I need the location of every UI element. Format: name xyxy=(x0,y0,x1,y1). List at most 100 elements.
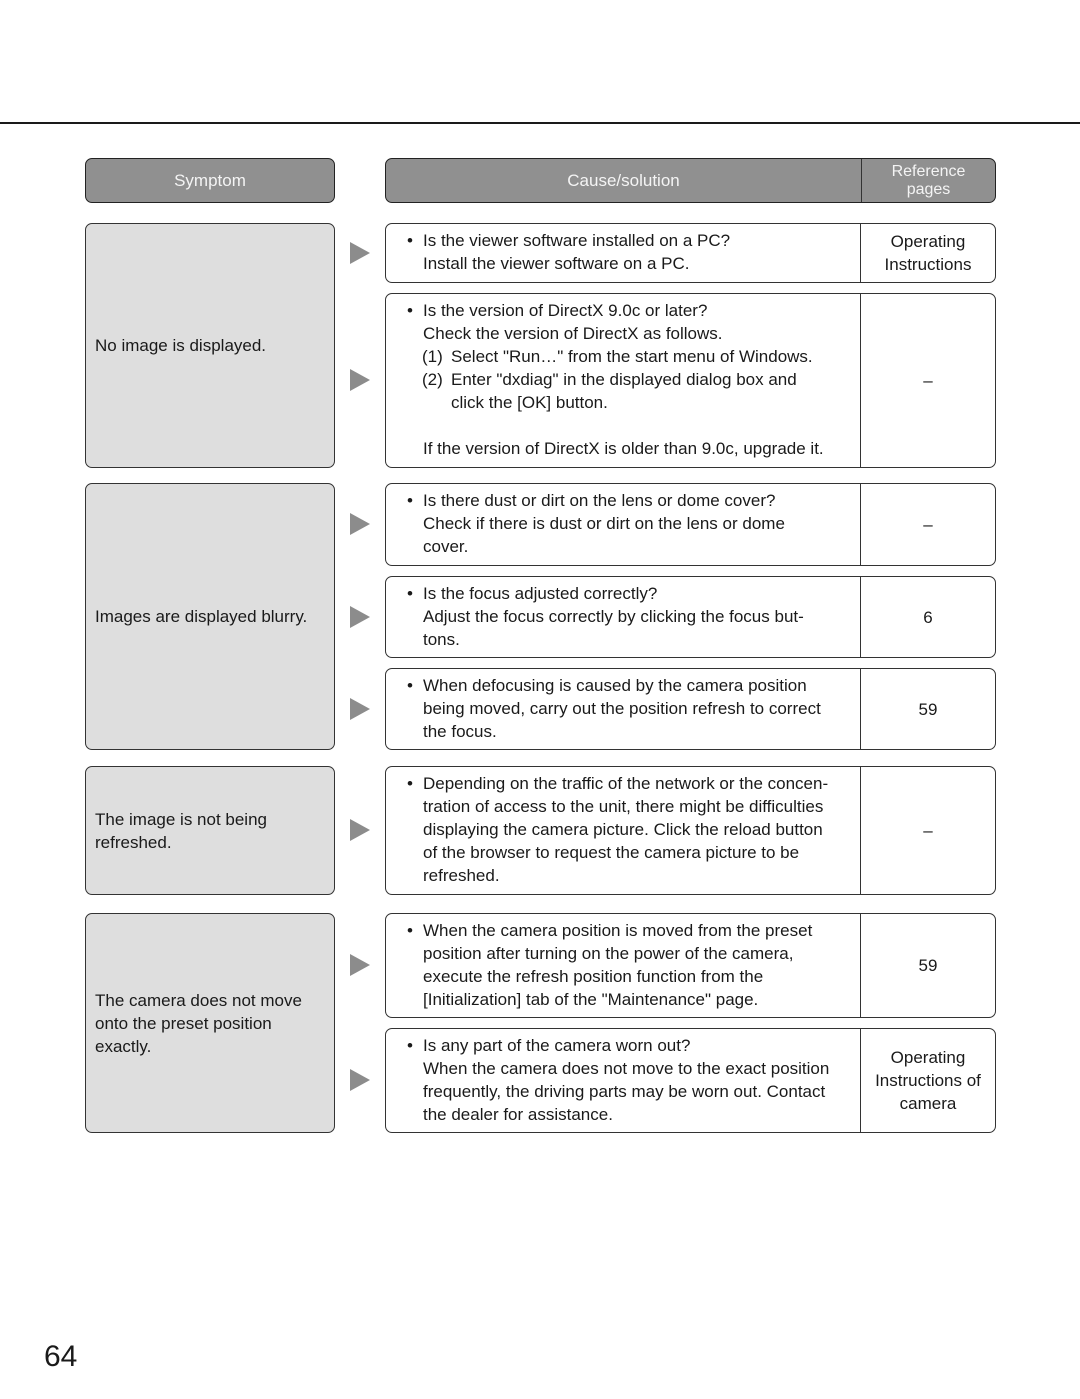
reference-cell: 59 xyxy=(861,669,995,749)
arrow-right-icon xyxy=(350,369,370,391)
cause-line: Adjust the focus correctly by clicking t… xyxy=(423,607,804,626)
step-line: Enter "dxdiag" in the displayed dialog b… xyxy=(451,370,797,389)
cause-line: position after turning on the power of t… xyxy=(423,944,794,963)
arrow-right-icon xyxy=(350,513,370,535)
reference-line: Instructions xyxy=(884,255,972,274)
reference-line: – xyxy=(923,371,933,390)
cause-line: Is any part of the camera worn out? xyxy=(423,1036,691,1055)
arrow-right-icon xyxy=(350,242,370,264)
reference-cell: Operating Instructions xyxy=(861,224,995,282)
symptom-box: The camera does not move onto the preset… xyxy=(85,913,335,1133)
symptom-line: refreshed. xyxy=(95,832,172,852)
bullet: • xyxy=(407,921,413,940)
cause-line: When defocusing is caused by the camera … xyxy=(423,676,807,695)
cause-box: • Is the viewer software installed on a … xyxy=(385,223,996,283)
cause-line: of the browser to request the camera pic… xyxy=(423,843,800,862)
step-line: Select "Run…" from the start menu of Win… xyxy=(451,347,813,366)
cause-step: (1) Select "Run…" from the start menu of… xyxy=(408,345,854,368)
cause-line: displaying the camera picture. Click the… xyxy=(423,820,823,839)
cause-text: • Is the focus adjusted correctly? Adjus… xyxy=(386,577,861,657)
cause-box: • Depending on the traffic of the networ… xyxy=(385,766,996,895)
cause-header-label: Cause/solution xyxy=(567,170,680,190)
cause-text: • When defocusing is caused by the camer… xyxy=(386,669,861,749)
cause-line: the dealer for assistance. xyxy=(423,1105,613,1124)
symptom-line: The image is not being xyxy=(95,809,267,829)
bullet: • xyxy=(407,231,413,250)
arrow-right-icon xyxy=(350,606,370,628)
arrow-right-icon xyxy=(350,698,370,720)
step-number: (2) xyxy=(422,370,443,389)
cause-box: • When the camera position is moved from… xyxy=(385,913,996,1018)
bullet: • xyxy=(407,584,413,603)
reference-header-cell: Reference pages xyxy=(862,159,995,202)
cause-line: tration of access to the unit, there mig… xyxy=(423,797,824,816)
cause-line: Is the focus adjusted correctly? xyxy=(423,584,658,603)
symptom-text: No image is displayed. xyxy=(95,334,266,357)
reference-line: Instructions of xyxy=(875,1071,981,1090)
reference-header-label-line2: pages xyxy=(906,180,951,198)
symptom-header-label: Symptom xyxy=(174,170,246,190)
symptom-text: The camera does not move onto the preset… xyxy=(95,989,302,1058)
page-number: 64 xyxy=(44,1340,78,1373)
cause-text: • Depending on the traffic of the networ… xyxy=(386,767,861,894)
bullet: • xyxy=(407,1036,413,1055)
cause-line: refreshed. xyxy=(423,866,500,885)
symptom-line: onto the preset position xyxy=(95,1013,272,1033)
cause-line: Is there dust or dirt on the lens or dom… xyxy=(423,491,776,510)
symptom-text: Images are displayed blurry. xyxy=(95,605,307,628)
symptom-line: Images are displayed blurry. xyxy=(95,607,308,626)
step-line: click the [OK] button. xyxy=(451,393,608,412)
cause-text: • Is there dust or dirt on the lens or d… xyxy=(386,484,861,565)
cause-line: Depending on the traffic of the network … xyxy=(423,774,829,793)
cause-box: • Is there dust or dirt on the lens or d… xyxy=(385,483,996,566)
reference-line: 59 xyxy=(918,956,938,975)
symptom-line: No image is displayed. xyxy=(95,336,267,355)
cause-line: Is the version of DirectX 9.0c or later? xyxy=(423,301,708,320)
reference-cell: – xyxy=(861,767,995,894)
reference-cell: Operating Instructions of camera xyxy=(861,1029,995,1132)
cause-line: cover. xyxy=(423,537,469,556)
cause-column-header: Cause/solution Reference pages xyxy=(385,158,996,203)
reference-line: 59 xyxy=(918,699,938,719)
cause-line: Check the version of DirectX as follows. xyxy=(423,324,723,343)
reference-header-label-line1: Reference xyxy=(891,162,966,180)
cause-header-cell: Cause/solution xyxy=(386,159,862,202)
cause-line: [Initialization] tab of the "Maintenance… xyxy=(423,990,759,1009)
cause-text: • Is any part of the camera worn out? Wh… xyxy=(386,1029,861,1132)
cause-line: Check if there is dust or dirt on the le… xyxy=(423,514,785,533)
symptom-line: exactly. xyxy=(95,1036,152,1056)
reference-line: Operating xyxy=(890,232,966,251)
cause-text: • Is the viewer software installed on a … xyxy=(386,224,861,282)
cause-line: tons. xyxy=(423,630,460,649)
cause-line: When the camera does not move to the exa… xyxy=(423,1059,830,1078)
reference-cell: 59 xyxy=(861,914,995,1017)
reference-line: – xyxy=(923,821,933,840)
cause-line: Install the viewer software on a PC. xyxy=(423,254,690,273)
reference-line: 6 xyxy=(923,607,933,627)
header-rule xyxy=(0,122,1080,124)
symptom-box: Images are displayed blurry. xyxy=(85,483,335,750)
arrow-right-icon xyxy=(350,819,370,841)
cause-box: • Is the version of DirectX 9.0c or late… xyxy=(385,293,996,468)
cause-step: (2) Enter "dxdiag" in the displayed dial… xyxy=(408,368,854,414)
symptom-line: The camera does not move xyxy=(95,990,302,1010)
symptom-column-header: Symptom xyxy=(85,158,335,203)
arrow-right-icon xyxy=(350,1069,370,1091)
arrow-right-icon xyxy=(350,954,370,976)
cause-box: • Is any part of the camera worn out? Wh… xyxy=(385,1028,996,1133)
cause-line: Is the viewer software installed on a PC… xyxy=(423,231,731,250)
cause-line: When the camera position is moved from t… xyxy=(423,921,813,940)
bullet: • xyxy=(407,491,413,510)
reference-line: – xyxy=(923,515,933,534)
cause-text: • When the camera position is moved from… xyxy=(386,914,861,1017)
symptom-box: No image is displayed. xyxy=(85,223,335,468)
bullet: • xyxy=(407,774,413,793)
bullet: • xyxy=(407,301,413,320)
cause-box: • When defocusing is caused by the camer… xyxy=(385,668,996,750)
cause-text: • Is the version of DirectX 9.0c or late… xyxy=(386,294,861,467)
cause-line: the focus. xyxy=(423,722,497,741)
symptom-box: The image is not being refreshed. xyxy=(85,766,335,895)
cause-line: execute the refresh position function fr… xyxy=(423,967,764,986)
reference-cell: 6 xyxy=(861,577,995,657)
